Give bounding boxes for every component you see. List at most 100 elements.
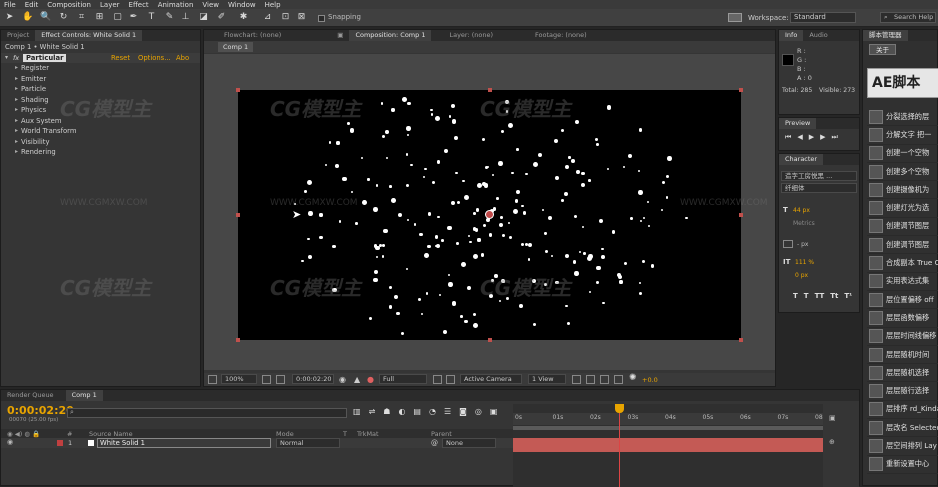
fast-preview-icon[interactable] [586, 375, 595, 384]
resolution-select[interactable]: Full [379, 374, 427, 384]
snapping-checkbox[interactable] [318, 15, 325, 22]
property-register[interactable]: Register [1, 63, 200, 74]
axis-icon[interactable]: ⊿ [262, 12, 273, 23]
script-item[interactable]: 实用表达式集 [867, 273, 938, 291]
tab-footage[interactable]: Footage: (none) [529, 30, 593, 41]
timeline-icon[interactable] [600, 375, 609, 384]
hide-shy-icon[interactable]: ◐ [398, 407, 405, 416]
show-snapshot-icon[interactable]: ▲ [354, 375, 360, 384]
script-item[interactable]: 创建灯光为选 [867, 199, 938, 218]
tab-composition[interactable]: Composition: Comp 1 [349, 30, 432, 41]
menu-item-edit[interactable]: Edit [25, 1, 39, 9]
timeline-search-input[interactable]: ⌕ [67, 408, 347, 418]
flowchart-icon[interactable] [614, 375, 623, 384]
selection-tool-icon[interactable]: ➤ [4, 12, 15, 23]
pan-behind-tool-icon[interactable]: ⊞ [94, 12, 105, 23]
menu-item-effect[interactable]: Effect [129, 1, 149, 9]
kerning-value[interactable]: Metrics [793, 220, 815, 227]
menu-item-layer[interactable]: Layer [100, 1, 120, 9]
visibility-eye-icon[interactable]: ◉ [7, 438, 13, 446]
script-item[interactable]: 层层随机选择 [867, 364, 938, 383]
layer-duration-bar[interactable] [513, 438, 823, 452]
prev-frame-icon[interactable]: ◀ [797, 133, 802, 142]
font-family-select[interactable]: 造字工房悦黑 ... [781, 171, 857, 181]
script-item[interactable]: 层层时间线偏移 [867, 328, 938, 346]
comp-subtab[interactable]: Comp 1 [218, 42, 254, 52]
lock-icon[interactable]: ▣ [333, 30, 349, 41]
script-item[interactable]: 层层随机时间 [867, 346, 938, 365]
about-link[interactable]: Abo [176, 53, 189, 63]
script-item[interactable]: 层排序 rd_Kinda [867, 401, 938, 420]
puppet-tool-icon[interactable]: ✱ [238, 12, 249, 23]
roto-brush-tool-icon[interactable]: ✐ [216, 12, 227, 23]
search-help-field[interactable]: ⌕ Search Help [880, 12, 936, 23]
col-mode[interactable]: Mode [276, 430, 294, 438]
faux-italic-button[interactable]: T [804, 292, 809, 300]
script-item[interactable]: 层位置偏移 off [867, 291, 938, 310]
first-frame-icon[interactable]: ⏮ [785, 133, 791, 142]
transparency-grid-icon[interactable] [446, 375, 455, 384]
eraser-tool-icon[interactable]: ◪ [198, 12, 209, 23]
comp-canvas[interactable] [238, 90, 741, 340]
col-trkmat[interactable]: TrkMat [357, 430, 379, 438]
expand-icon[interactable]: ▾ [5, 53, 8, 63]
camera-tool-icon[interactable]: ⌗ [76, 12, 87, 23]
parent-select[interactable]: None [442, 438, 496, 448]
mask-tool-icon[interactable]: ▢ [112, 12, 123, 23]
layer-name[interactable]: White Solid 1 [97, 438, 271, 448]
handle-l[interactable] [236, 213, 240, 217]
tab-flowchart[interactable]: Flowchart: (none) [218, 30, 287, 41]
options-link[interactable]: Options... [138, 53, 171, 63]
menu-item-help[interactable]: Help [265, 1, 281, 9]
label-color-swatch[interactable] [57, 440, 63, 446]
script-item[interactable]: 创建调节图层 [867, 236, 938, 255]
menu-item-animation[interactable]: Animation [158, 1, 194, 9]
menu-item-view[interactable]: View [202, 1, 219, 9]
timeline-graph-area[interactable]: 0s 01s 02s 03s 04s 05s 06s 07s 08s [513, 404, 826, 487]
render-icon[interactable]: ▣ [490, 407, 498, 416]
about-button[interactable]: 关于 [869, 44, 896, 55]
pickwhip-icon[interactable]: @ [431, 439, 438, 447]
small-caps-button[interactable]: Tt [830, 292, 838, 300]
playhead-icon[interactable] [615, 404, 624, 413]
font-style-select[interactable]: 纤细体 [781, 183, 857, 193]
zoom-select[interactable]: 100% [221, 374, 257, 384]
col-source-name[interactable]: Source Name [89, 430, 133, 438]
comp-mini-flowchart-icon[interactable]: ▥ [353, 407, 361, 416]
tab-project[interactable]: Project [1, 30, 35, 41]
comp-button-icon[interactable]: ▣ [829, 414, 836, 422]
brush-tool-icon[interactable]: ✎ [164, 12, 175, 23]
channel-icon[interactable]: ● [367, 375, 374, 384]
frame-blend-icon[interactable]: ▤ [413, 407, 421, 416]
work-area-bar[interactable] [513, 426, 823, 430]
tab-audio[interactable]: Audio [803, 30, 833, 41]
layer-mode-select[interactable]: Normal [276, 438, 340, 448]
tab-comp-timeline[interactable]: Comp 1 [65, 390, 103, 401]
current-time-display[interactable]: 0:00:02:20 [292, 374, 334, 384]
handle-br[interactable] [739, 338, 743, 342]
draft-3d-icon[interactable]: ☗ [383, 407, 390, 416]
font-size-value[interactable]: 44 px [793, 207, 810, 214]
tab-info[interactable]: Info [779, 30, 804, 41]
roi-icon[interactable] [433, 375, 442, 384]
menu-item-file[interactable]: File [4, 1, 16, 9]
col-parent[interactable]: Parent [431, 430, 452, 438]
zoom-tool-icon[interactable]: 🔍 [40, 12, 51, 23]
play-icon[interactable]: ▶ [809, 133, 814, 142]
faux-bold-button[interactable]: T [793, 292, 798, 300]
script-item[interactable]: 合成副本 True Comp [867, 254, 938, 273]
brainstorm-icon[interactable]: ◙ [459, 407, 467, 416]
script-item[interactable]: 层层函数偏移 [867, 309, 938, 328]
exposure-icon[interactable]: ✺ [629, 373, 637, 383]
handle-b[interactable] [488, 338, 492, 342]
type-tool-icon[interactable]: T [146, 12, 157, 23]
emitter-anchor-icon[interactable] [485, 210, 494, 219]
script-item[interactable]: 层层随行选择 [867, 382, 938, 401]
tab-render-queue[interactable]: Render Queue [1, 390, 60, 401]
menu-item-composition[interactable]: Composition [47, 1, 91, 9]
property-emitter[interactable]: Emitter [1, 74, 200, 85]
rotate-tool-icon[interactable]: ↻ [58, 12, 69, 23]
auto-keyframe-icon[interactable]: ◎ [475, 407, 482, 416]
script-item[interactable]: 层空间排列 Lay [867, 437, 938, 456]
script-item[interactable]: 创建一个空物 [867, 145, 938, 163]
